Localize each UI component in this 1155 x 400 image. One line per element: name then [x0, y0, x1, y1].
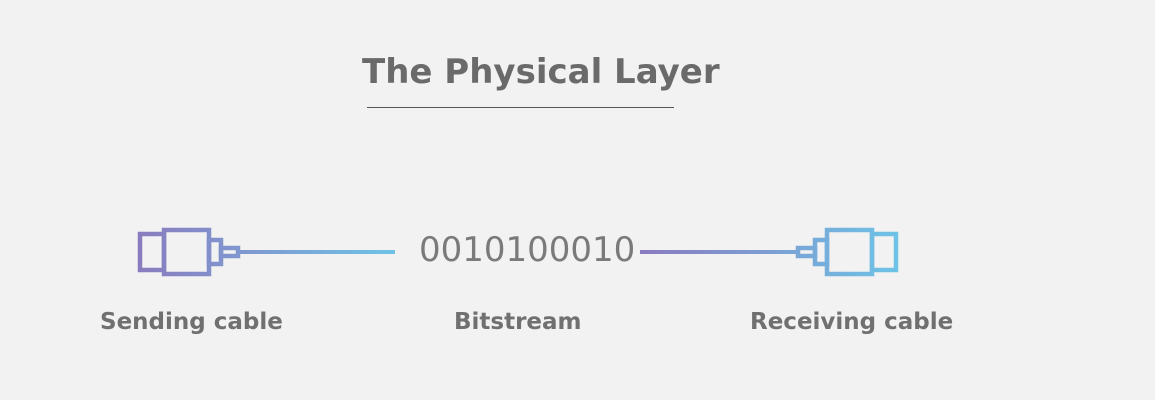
receiving-cable-label: Receiving cable	[750, 309, 954, 335]
bitstream-value: 0010100010	[419, 230, 636, 270]
sending-cable-label: Sending cable	[100, 309, 283, 335]
sending-cable-icon	[137, 227, 241, 277]
physical-layer-diagram	[137, 227, 899, 277]
bitstream-label: Bitstream	[454, 309, 582, 335]
receiving-cable-icon	[795, 227, 899, 277]
